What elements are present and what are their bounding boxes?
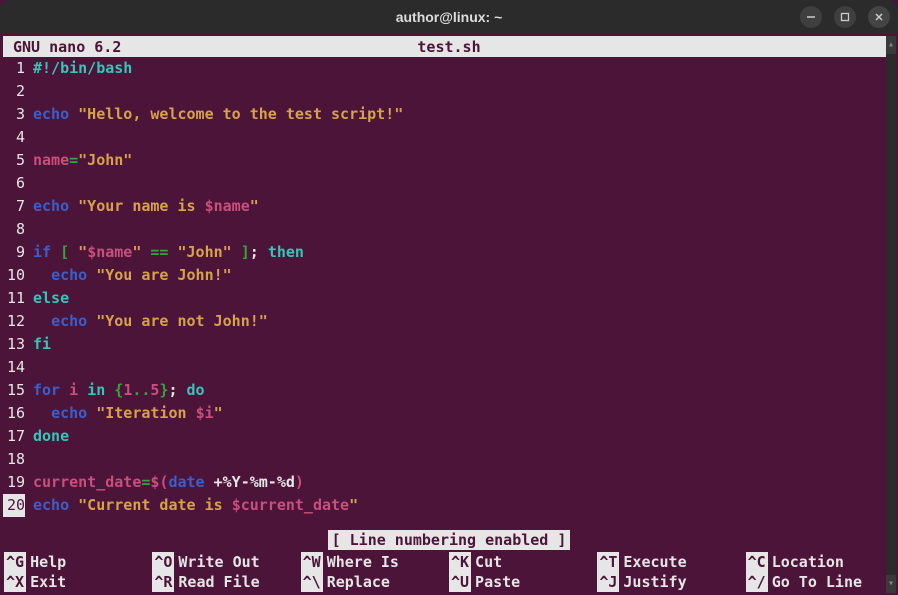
code-line[interactable]: else <box>27 287 895 310</box>
scrollbar[interactable]: ▴ ▾ <box>886 36 896 593</box>
code-line[interactable] <box>27 172 895 195</box>
line-number: 17 <box>3 425 25 448</box>
shortcut-label: Where Is <box>327 552 399 572</box>
code-line[interactable]: fi <box>27 333 895 356</box>
shortcut-item[interactable]: ^WWhere Is <box>301 552 449 572</box>
shortcut-item[interactable]: ^OWrite Out <box>152 552 300 572</box>
shortcut-item[interactable]: ^GHelp <box>4 552 152 572</box>
line-number: 8 <box>3 218 25 241</box>
line-number: 19 <box>3 471 25 494</box>
shortcut-label: Paste <box>475 572 520 592</box>
shortcut-label: Go To Line <box>772 572 862 592</box>
line-number: 13 <box>3 333 25 356</box>
code-line[interactable]: current_date=$(date +%Y-%m-%d) <box>27 471 895 494</box>
maximize-button[interactable] <box>834 6 856 28</box>
scroll-up-icon[interactable]: ▴ <box>886 36 896 54</box>
line-number: 6 <box>3 172 25 195</box>
nano-header: GNU nano 6.2 test.sh <box>3 36 895 57</box>
code-line[interactable]: echo "Current date is $current_date" <box>27 494 895 517</box>
shortcut-key: ^O <box>152 552 174 572</box>
code-line[interactable] <box>27 356 895 379</box>
shortcut-bar: ^GHelp^OWrite Out^WWhere Is^KCut^TExecut… <box>0 552 898 595</box>
code-line[interactable] <box>27 218 895 241</box>
line-number: 5 <box>3 149 25 172</box>
scroll-track[interactable] <box>886 54 896 575</box>
code-line[interactable]: echo "You are not John!" <box>27 310 895 333</box>
line-number: 18 <box>3 448 25 471</box>
shortcut-key: ^U <box>449 572 471 592</box>
shortcut-item[interactable]: ^CLocation <box>746 552 894 572</box>
shortcut-item[interactable]: ^/Go To Line <box>746 572 894 592</box>
code-line[interactable]: echo "Your name is $name" <box>27 195 895 218</box>
line-number: 2 <box>3 80 25 103</box>
code-line[interactable]: echo "Iteration $i" <box>27 402 895 425</box>
code-line[interactable]: name="John" <box>27 149 895 172</box>
nano-filename: test.sh <box>3 38 895 56</box>
code-line[interactable] <box>27 448 895 471</box>
nano-app-name: GNU nano 6.2 <box>11 38 121 56</box>
code-content[interactable]: #!/bin/bash echo "Hello, welcome to the t… <box>27 57 895 530</box>
line-number: 20 <box>3 494 25 517</box>
line-number: 3 <box>3 103 25 126</box>
shortcut-key: ^J <box>597 572 619 592</box>
code-line[interactable] <box>27 80 895 103</box>
line-number: 12 <box>3 310 25 333</box>
line-number: 11 <box>3 287 25 310</box>
line-number: 1 <box>3 57 25 80</box>
shortcut-key: ^\ <box>301 572 323 592</box>
line-number: 7 <box>3 195 25 218</box>
line-number: 16 <box>3 402 25 425</box>
shortcut-label: Write Out <box>178 552 259 572</box>
shortcut-label: Read File <box>178 572 259 592</box>
editor-area[interactable]: 1234567891011121314151617181920 #!/bin/b… <box>0 57 898 530</box>
window-titlebar: author@linux: ~ <box>0 0 898 34</box>
shortcut-key: ^K <box>449 552 471 572</box>
shortcut-item[interactable]: ^UPaste <box>449 572 597 592</box>
line-number-gutter: 1234567891011121314151617181920 <box>3 57 27 530</box>
code-line[interactable]: #!/bin/bash <box>27 57 895 80</box>
code-line[interactable]: if [ "$name" == "John" ]; then <box>27 241 895 264</box>
line-number: 9 <box>3 241 25 264</box>
code-line[interactable] <box>27 126 895 149</box>
code-line[interactable]: for i in {1..5}; do <box>27 379 895 402</box>
shortcut-label: Justify <box>623 572 686 592</box>
line-number: 14 <box>3 356 25 379</box>
shortcut-key: ^W <box>301 552 323 572</box>
window-title: author@linux: ~ <box>396 9 503 25</box>
shortcut-key: ^R <box>152 572 174 592</box>
shortcut-key: ^X <box>4 572 26 592</box>
shortcut-label: Help <box>30 552 66 572</box>
line-number: 15 <box>3 379 25 402</box>
shortcut-key: ^G <box>4 552 26 572</box>
shortcut-item[interactable]: ^KCut <box>449 552 597 572</box>
status-bar: [ Line numbering enabled ] <box>0 530 898 550</box>
code-line[interactable]: echo "You are John!" <box>27 264 895 287</box>
shortcut-key: ^C <box>746 552 768 572</box>
shortcut-item[interactable]: ^XExit <box>4 572 152 592</box>
line-number: 4 <box>3 126 25 149</box>
close-button[interactable] <box>868 6 890 28</box>
window-controls <box>800 6 890 28</box>
shortcut-key: ^T <box>597 552 619 572</box>
minimize-button[interactable] <box>800 6 822 28</box>
shortcut-key: ^/ <box>746 572 768 592</box>
shortcut-item[interactable]: ^JJustify <box>597 572 745 592</box>
shortcut-item[interactable]: ^RRead File <box>152 572 300 592</box>
shortcut-item[interactable]: ^TExecute <box>597 552 745 572</box>
code-line[interactable]: echo "Hello, welcome to the test script!… <box>27 103 895 126</box>
scroll-down-icon[interactable]: ▾ <box>886 575 896 593</box>
shortcut-item[interactable]: ^\Replace <box>301 572 449 592</box>
shortcut-label: Cut <box>475 552 502 572</box>
shortcut-label: Replace <box>327 572 390 592</box>
code-line[interactable]: done <box>27 425 895 448</box>
shortcut-label: Exit <box>30 572 66 592</box>
shortcut-label: Execute <box>623 552 686 572</box>
shortcut-label: Location <box>772 552 844 572</box>
line-number: 10 <box>3 264 25 287</box>
status-message: [ Line numbering enabled ] <box>328 530 571 550</box>
